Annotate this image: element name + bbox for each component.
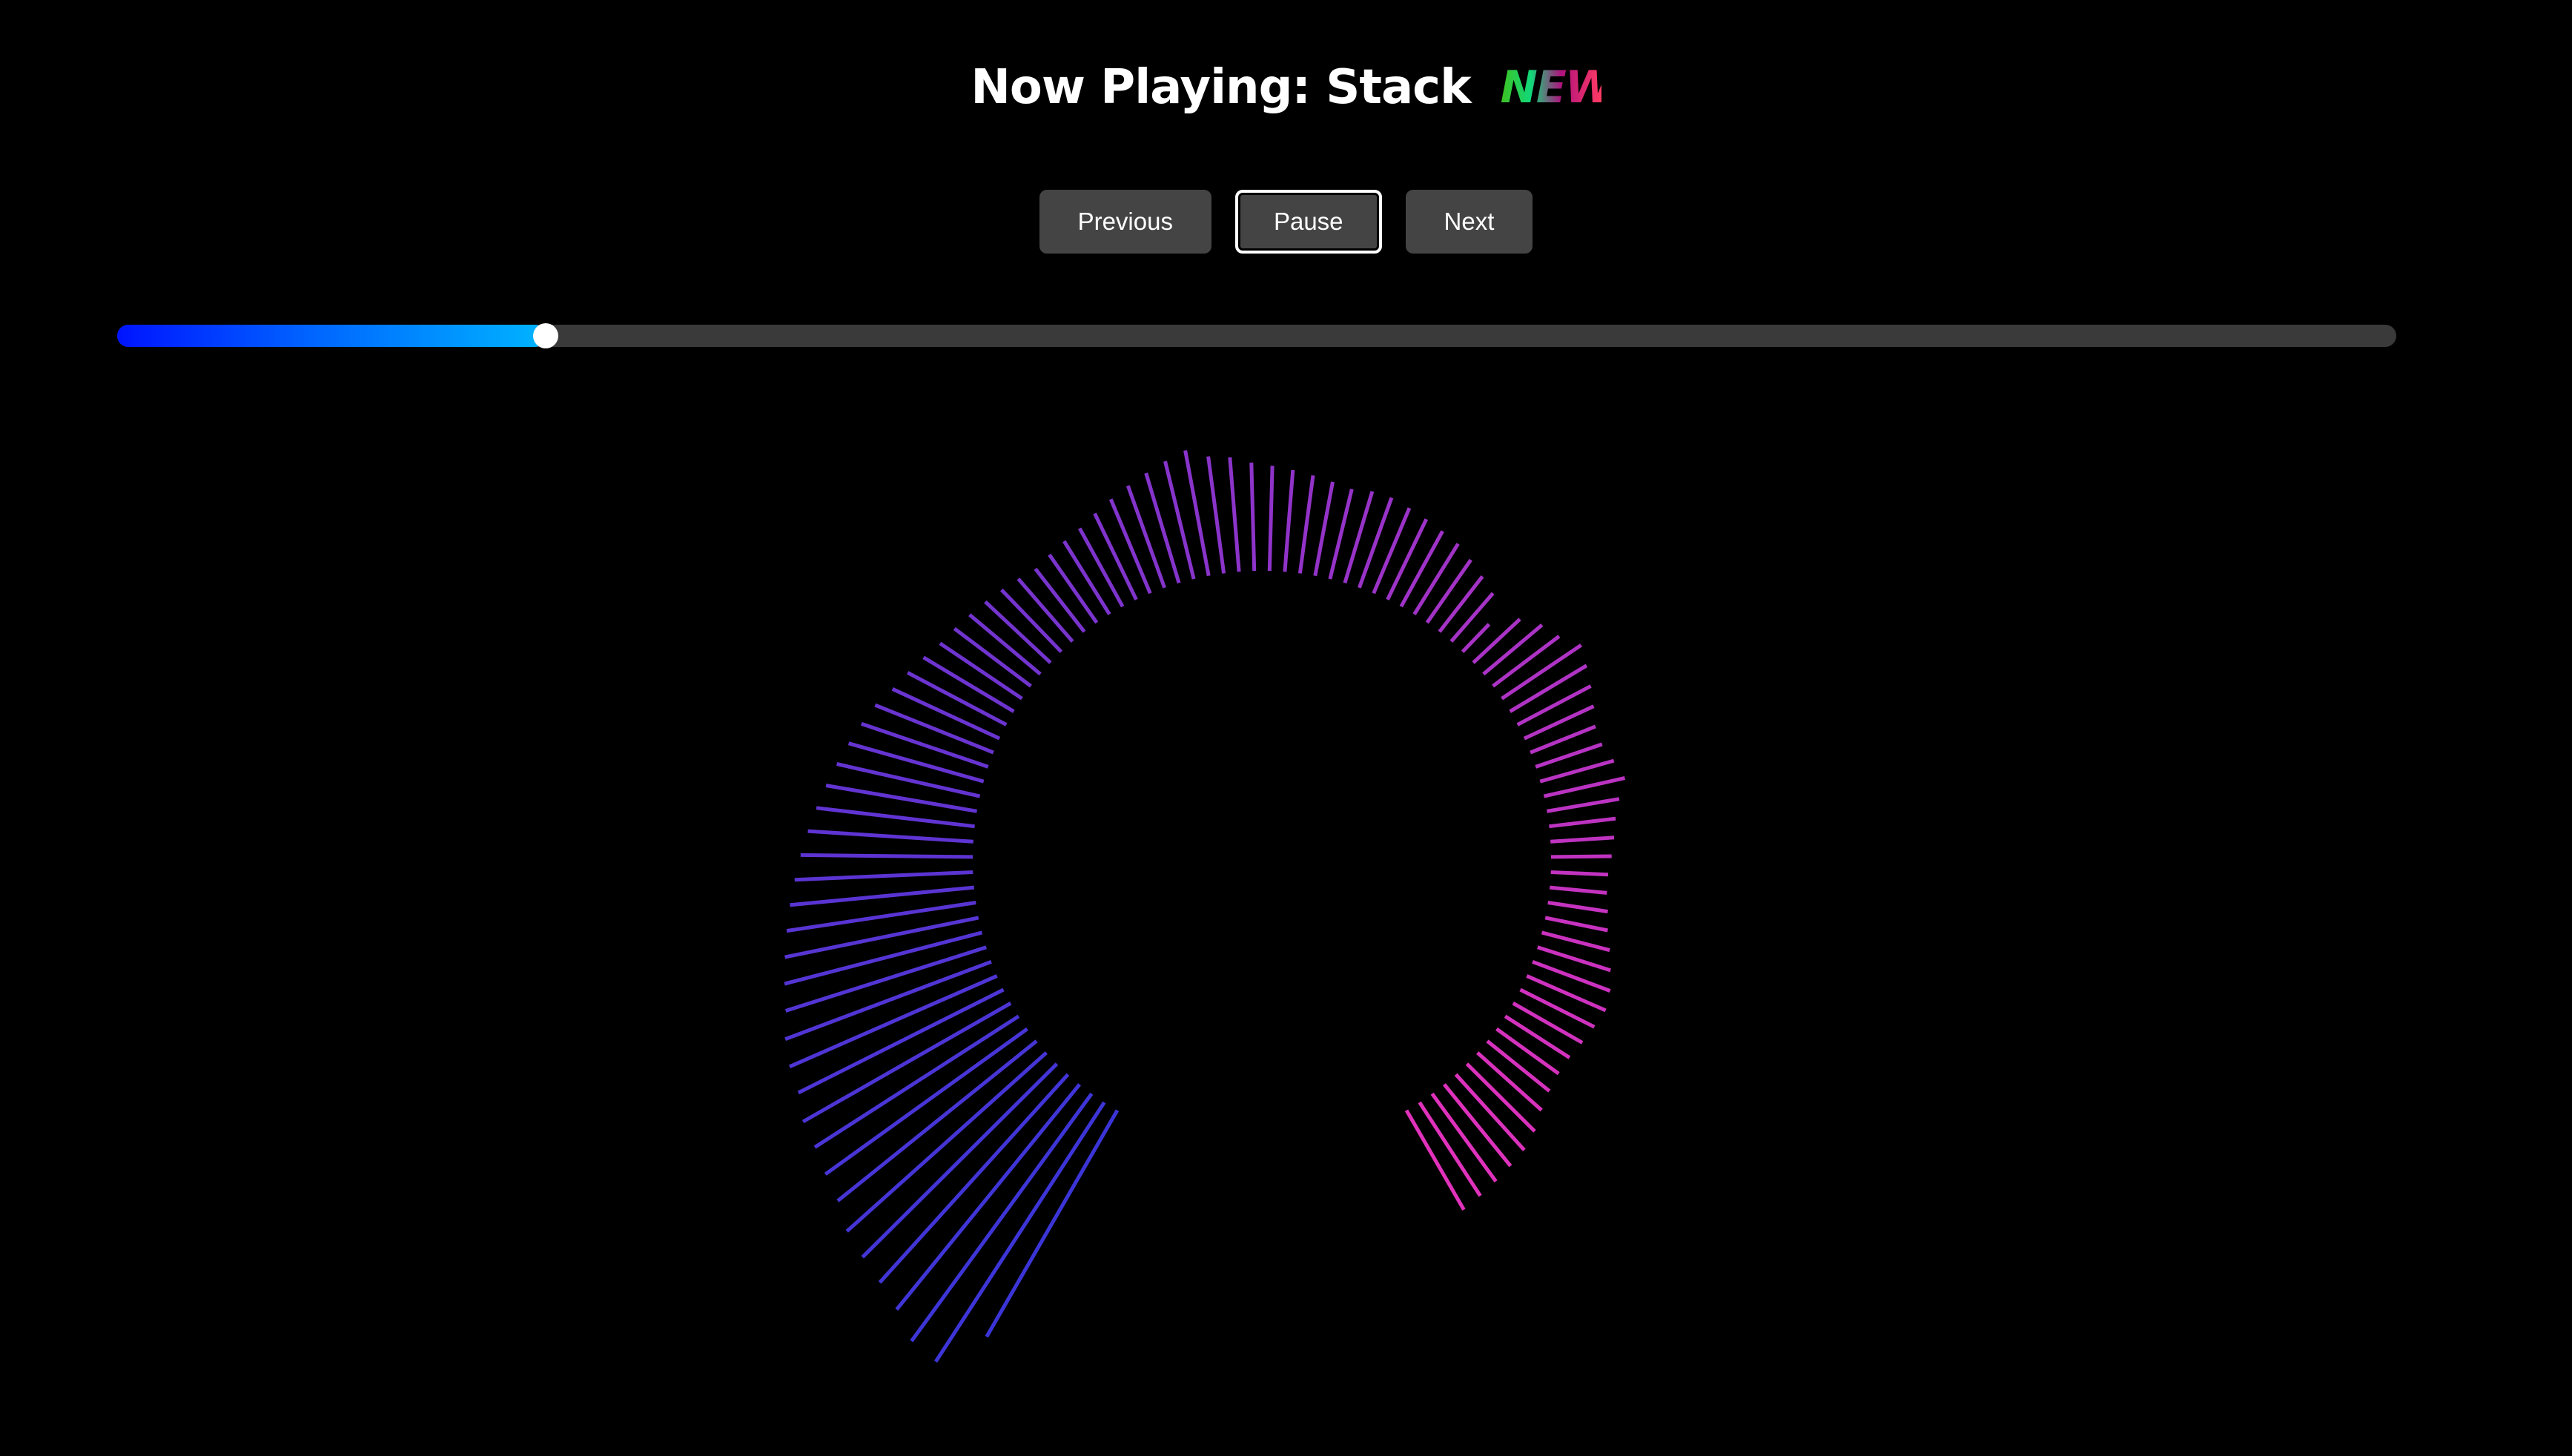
visualizer-bar (1283, 469, 1295, 572)
visualizer-bar (1438, 575, 1484, 633)
visualizer-bar (1512, 1002, 1584, 1045)
visualizer-bar (1523, 704, 1595, 741)
visualizer-bar (1297, 474, 1315, 574)
visualizer-bar (1048, 553, 1099, 624)
visualizer-bar (794, 870, 973, 882)
visualizer-bar (1078, 527, 1125, 608)
visualizer-bar (786, 901, 976, 933)
visualizer-bar (1516, 684, 1592, 727)
visualizer-bar (1550, 835, 1615, 844)
visualizer-bar (1492, 635, 1561, 688)
visualizer-bar (1550, 870, 1609, 877)
visualizer-bar (1519, 987, 1596, 1029)
visualizer-bar (788, 974, 998, 1069)
circular-audio-visualizer (784, 450, 1626, 1363)
visualizer-bar (1313, 481, 1335, 577)
visualizer-bar (1546, 797, 1620, 813)
visualizer-bar (800, 853, 973, 859)
visualizer-bar (1125, 485, 1166, 589)
visualizer-bar (1549, 885, 1607, 895)
visualizer-bar (816, 806, 975, 829)
visualizer-bar (1267, 466, 1275, 572)
visualizer-bar (1108, 498, 1152, 595)
visualizer-bar (1249, 462, 1257, 572)
visualizer-bar (1472, 618, 1521, 664)
visualizer-bar (1550, 854, 1612, 859)
visualizer-bar (1034, 567, 1086, 633)
visualizer-bar (1144, 472, 1181, 584)
visualizer-bar (1399, 530, 1444, 608)
visualizer-bar (1062, 540, 1111, 615)
visualizer-bar (1093, 512, 1138, 600)
visualizer-bar (847, 741, 985, 784)
visualizer-bar (1486, 1039, 1551, 1093)
visualizer-bar (860, 721, 989, 769)
visualizer-bar (1228, 457, 1241, 572)
visualizer-bar (1526, 974, 1607, 1013)
visualizer-bar (1412, 543, 1460, 615)
visualizer-bar (790, 885, 975, 907)
visualizer-bar (784, 916, 979, 959)
visualizer-bar (807, 829, 973, 844)
visualizer-bar (1504, 1014, 1571, 1059)
visualizer-bar (1372, 507, 1412, 595)
visualizer-bar (1539, 758, 1615, 784)
visualizer-bar (1461, 623, 1491, 653)
visualizer-bar (1543, 775, 1626, 798)
visualizer-bar (1495, 1027, 1560, 1076)
visualizer-bar (1358, 497, 1394, 589)
visualizer-bar (1386, 518, 1429, 600)
visualizer-bar (797, 987, 1005, 1095)
visualizer-bar (1206, 456, 1226, 574)
visualizer-bar (1541, 930, 1610, 953)
visualizer-bar (861, 1062, 1059, 1259)
visualizer-bar (1425, 558, 1472, 624)
visualizer-bar (1449, 592, 1495, 643)
visualizer-bar (1016, 578, 1074, 643)
visualizer-bar (1549, 816, 1616, 829)
visualizer-bar (1547, 901, 1608, 914)
visualizer-bar (1482, 623, 1544, 676)
visualizer-bar (1509, 664, 1588, 713)
visualizer-bar (1544, 916, 1608, 933)
